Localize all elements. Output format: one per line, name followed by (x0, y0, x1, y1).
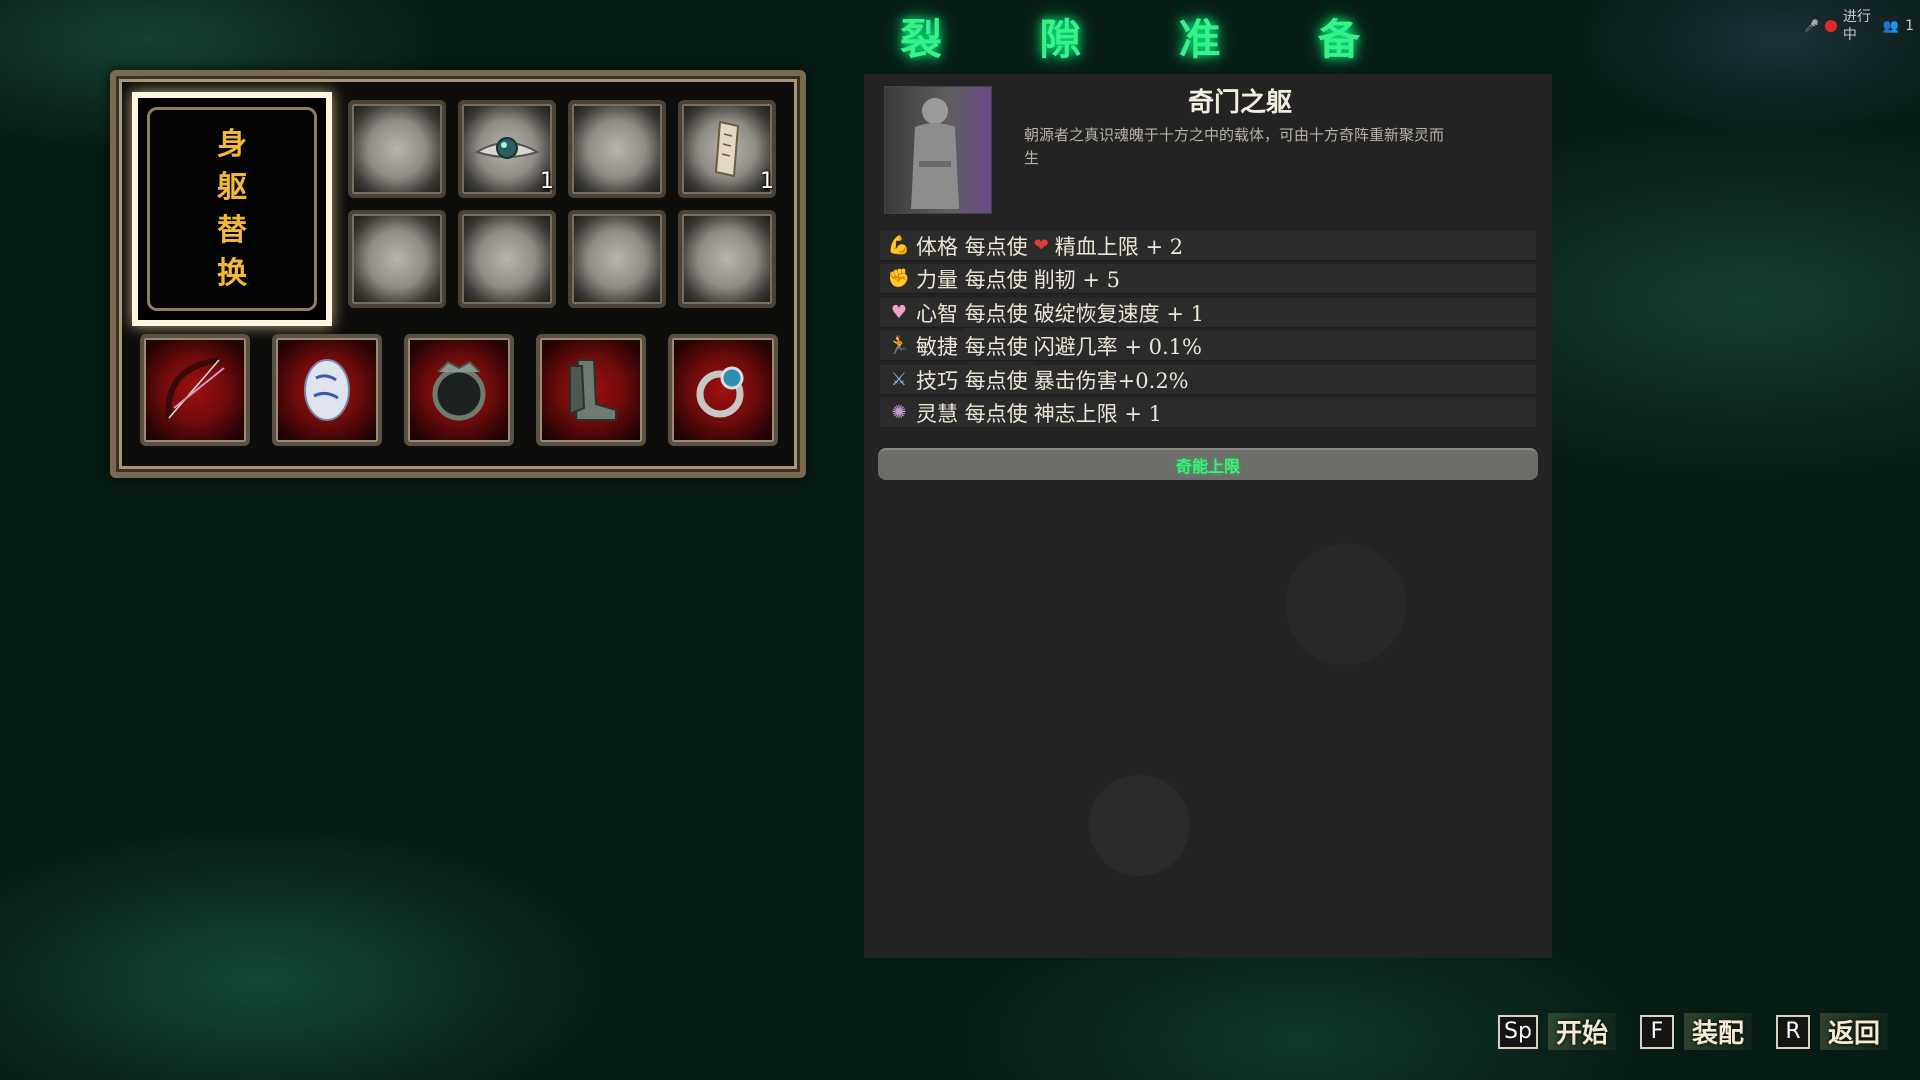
stat-row-strength: ✊ 力量 每点使 削韧 + 5 (880, 264, 1536, 294)
stat-effect: 闪避几率 + 0.1% (1033, 334, 1202, 359)
player-count: 1 (1905, 18, 1914, 34)
crossed-swords-icon: ⚔ (890, 369, 908, 390)
stat-effect: 神志上限 + 1 (1033, 401, 1162, 426)
key-f: F (1639, 1014, 1674, 1049)
stat-row-wisdom: ✺ 灵慧 每点使 神志上限 + 1 (880, 398, 1536, 428)
body-portrait (884, 86, 992, 214)
mic-off-icon: 🎤 (1803, 19, 1819, 33)
body-replace-char: 替 (217, 213, 247, 248)
stat-label: 敏捷 每点使 (916, 334, 1028, 359)
body-replace-char: 身 (217, 127, 247, 162)
equip-slot-boots[interactable] (536, 334, 646, 446)
item-count: 1 (760, 169, 774, 194)
scroll-icon (714, 120, 740, 178)
inventory-slot[interactable] (348, 100, 446, 198)
ring-icon (696, 366, 744, 418)
inventory-slot[interactable]: 1 (678, 100, 776, 198)
equip-button[interactable]: 装配 (1683, 1013, 1752, 1050)
title-char: 准 (1178, 14, 1221, 64)
screen-title: 裂 隙 准 备 (900, 6, 1360, 66)
status-text: 进行中 (1842, 9, 1871, 43)
bow-icon (165, 357, 225, 419)
inventory-slot[interactable] (568, 210, 666, 308)
stat-effect: 精血上限 + 2 (1054, 234, 1184, 259)
body-replace-frame: 身 躯 替 换 (147, 107, 317, 311)
fist-icon: ✊ (887, 268, 911, 289)
key-r: R (1775, 1014, 1810, 1049)
key-space: Sp (1498, 1014, 1538, 1049)
item-description: 朝源者之真识魂魄于十方之中的载体，可由十方奇阵重新聚灵而生 (1024, 126, 1445, 167)
title-char: 隙 (1039, 14, 1082, 64)
people-icon: 👥 (1882, 18, 1900, 34)
equip-slot-ring[interactable] (668, 334, 778, 446)
control-hints: Sp 开始 F 装配 R 返回 (1498, 1013, 1902, 1050)
body-replace-button[interactable]: 身 躯 替 换 (132, 92, 332, 326)
inventory-slot[interactable] (678, 210, 776, 308)
heart-icon: ♥ (890, 302, 908, 323)
stat-row-mind: ♥ 心智 每点使 破绽恢复速度 + 1 (880, 298, 1536, 328)
runner-icon: 🏃 (887, 335, 911, 356)
recording-indicator (1824, 20, 1837, 32)
equip-slot-armor[interactable] (404, 334, 514, 446)
equip-slot-weapon[interactable] (140, 334, 250, 446)
stat-row-constitution: 💪 体格 每点使 ❤ 精血上限 + 2 (880, 231, 1536, 261)
boots-icon (569, 359, 617, 421)
back-button[interactable]: 返回 (1819, 1013, 1888, 1050)
title-char: 裂 (900, 14, 943, 64)
stat-label: 力量 每点使 (916, 267, 1028, 292)
stat-row-agility: 🏃 敏捷 每点使 闪避几率 + 0.1% (880, 331, 1536, 361)
item-name: 奇门之躯 (1187, 88, 1292, 118)
inventory-slot[interactable] (568, 100, 666, 198)
item-count: 1 (540, 169, 554, 194)
gem-icon (474, 137, 540, 159)
stat-effect: 破绽恢复速度 + 1 (1033, 301, 1204, 326)
stat-row-skill: ⚔ 技巧 每点使 暴击伤害+0.2% (880, 365, 1536, 395)
title-char: 备 (1317, 14, 1360, 64)
stat-effect: 削韧 + 5 (1033, 267, 1120, 292)
equip-slot-charm[interactable] (272, 334, 382, 446)
start-button[interactable]: 开始 (1547, 1013, 1616, 1050)
stat-label: 体格 每点使 (916, 234, 1028, 259)
armor-icon (432, 360, 486, 421)
statue-icon (911, 98, 959, 209)
energy-limit-button[interactable]: 奇能上限 (878, 448, 1538, 480)
heart-icon: ❤ (1033, 235, 1049, 256)
stat-label: 技巧 每点使 (916, 368, 1028, 393)
body-replace-char: 换 (217, 256, 247, 291)
stat-label: 心智 每点使 (916, 301, 1028, 326)
stat-label: 灵慧 每点使 (916, 401, 1028, 426)
inventory-slot[interactable] (458, 210, 556, 308)
body-replace-char: 躯 (217, 170, 247, 205)
inventory-slot[interactable]: 1 (458, 100, 556, 198)
muscle-icon: 💪 (887, 235, 911, 256)
stat-effect: 暴击伤害+0.2% (1033, 368, 1189, 393)
session-status: 🎤 进行中 👥 1 (1804, 6, 1914, 46)
stone-charm-icon (304, 359, 350, 421)
brain-icon: ✺ (891, 402, 907, 423)
inventory-slot[interactable] (348, 210, 446, 308)
